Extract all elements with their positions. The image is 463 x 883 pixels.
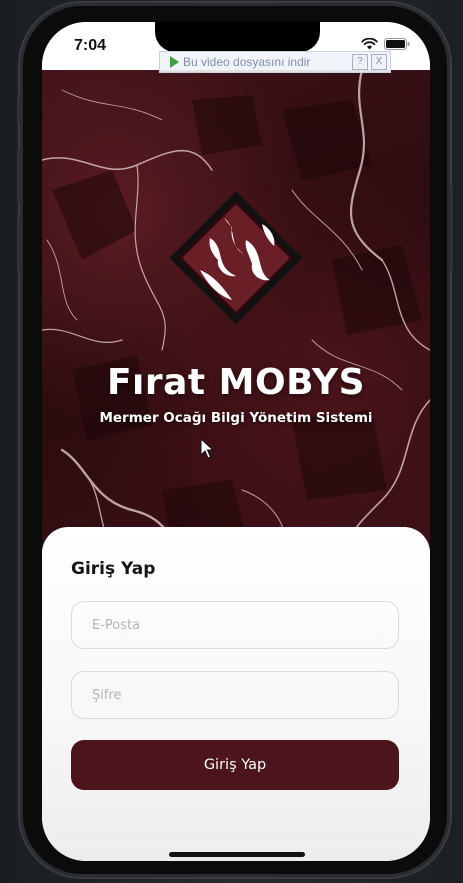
mute-switch <box>17 95 20 125</box>
notch <box>155 22 320 52</box>
video-download-text[interactable]: Bu video dosyasını indir <box>183 55 352 69</box>
marble-diamond-icon <box>169 191 303 325</box>
login-card: Giriş Yap Giriş Yap <box>42 527 430 861</box>
app-title: Fırat MOBYS <box>106 362 366 403</box>
play-icon <box>170 56 179 68</box>
password-input[interactable] <box>71 671 399 719</box>
status-time: 7:04 <box>74 37 107 54</box>
home-indicator <box>169 852 305 857</box>
hero-background: Fırat MOBYS Mermer Ocağı Bilgi Yönetim S… <box>42 70 430 550</box>
volume-down-button <box>17 217 20 273</box>
app-subtitle: Mermer Ocağı Bilgi Yönetim Sistemi <box>99 410 373 426</box>
close-button[interactable]: X <box>371 54 387 70</box>
status-icons <box>361 38 410 50</box>
app-logo <box>166 188 306 328</box>
phone-screen: 7:04 Bu video dosyasını indir ? X Fırat … <box>42 22 430 861</box>
help-button[interactable]: ? <box>352 54 368 70</box>
email-input[interactable] <box>71 601 399 649</box>
video-download-banner[interactable]: Bu video dosyasını indir ? X <box>159 51 391 73</box>
power-button <box>450 183 453 271</box>
battery-icon <box>384 38 410 50</box>
login-title: Giriş Yap <box>71 559 156 579</box>
wifi-icon <box>361 38 378 50</box>
desktop-background: 7:04 Bu video dosyasını indir ? X Fırat … <box>0 0 463 883</box>
volume-up-button <box>17 148 20 204</box>
login-button[interactable]: Giriş Yap <box>71 740 399 790</box>
mouse-cursor-icon <box>200 438 215 459</box>
